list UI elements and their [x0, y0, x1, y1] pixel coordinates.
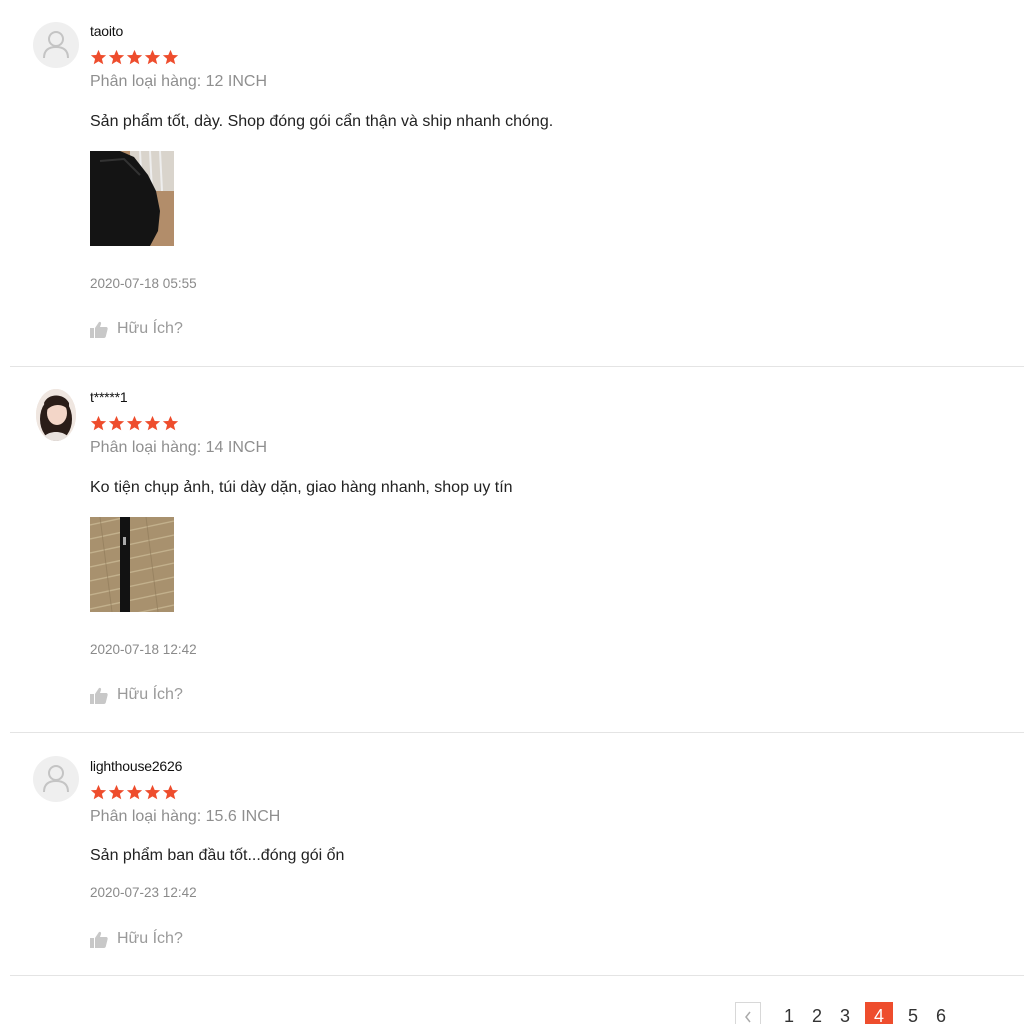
user-icon [43, 765, 69, 793]
page-6-button[interactable]: 6 [927, 1002, 955, 1024]
star-icon [162, 415, 179, 431]
thumbs-up-icon [90, 321, 108, 338]
pagination: 1 2 3 4 5 6 [735, 1002, 955, 1024]
review-photo[interactable] [90, 151, 174, 246]
thumbs-up-icon [90, 931, 108, 948]
star-icon [90, 415, 107, 431]
avatar[interactable] [36, 389, 76, 441]
prev-page-button[interactable] [735, 1002, 761, 1024]
avatar[interactable] [33, 22, 79, 68]
review-variant: Phân loại hàng: 14 INCH [90, 439, 267, 456]
reviews-page: taoito Phân loại hàng: 12 INCH Sản phẩm … [0, 0, 1024, 1024]
divider [10, 366, 1024, 367]
page-1-button[interactable]: 1 [775, 1002, 803, 1024]
rating-stars [90, 784, 179, 801]
user-photo-icon [36, 389, 76, 441]
review-date: 2020-07-23 12:42 [90, 885, 197, 900]
star-icon [126, 49, 143, 65]
rating-stars [90, 49, 179, 66]
page-5-button[interactable]: 5 [899, 1002, 927, 1024]
helpful-label: Hữu Ích? [117, 930, 183, 947]
review-date: 2020-07-18 05:55 [90, 276, 197, 291]
review-username[interactable]: t*****1 [90, 389, 128, 405]
star-icon [144, 49, 161, 65]
page-2-button[interactable]: 2 [803, 1002, 831, 1024]
review-comment: Ko tiện chụp ảnh, túi dày dặn, giao hàng… [90, 479, 513, 496]
star-icon [162, 784, 179, 800]
divider [10, 975, 1024, 976]
star-icon [90, 49, 107, 65]
page-3-button[interactable]: 3 [831, 1002, 859, 1024]
review-date: 2020-07-18 12:42 [90, 642, 197, 657]
chevron-left-icon [745, 1011, 751, 1023]
star-icon [144, 784, 161, 800]
helpful-label: Hữu Ích? [117, 320, 183, 337]
helpful-label: Hữu Ích? [117, 686, 183, 703]
star-icon [108, 415, 125, 431]
helpful-button[interactable]: Hữu Ích? [90, 930, 183, 948]
star-icon [144, 415, 161, 431]
review-username[interactable]: lighthouse2626 [90, 758, 182, 774]
star-icon [126, 784, 143, 800]
divider [10, 732, 1024, 733]
star-icon [108, 784, 125, 800]
review-comment: Sản phẩm tốt, dày. Shop đóng gói cẩn thậ… [90, 113, 554, 130]
rating-stars [90, 415, 179, 432]
helpful-button[interactable]: Hữu Ích? [90, 320, 183, 338]
user-icon [43, 31, 69, 59]
star-icon [162, 49, 179, 65]
avatar[interactable] [33, 756, 79, 802]
star-icon [126, 415, 143, 431]
review-variant: Phân loại hàng: 15.6 INCH [90, 808, 281, 825]
helpful-button[interactable]: Hữu Ích? [90, 686, 183, 704]
star-icon [108, 49, 125, 65]
thumbs-up-icon [90, 687, 108, 704]
review-variant: Phân loại hàng: 12 INCH [90, 73, 267, 90]
review-comment: Sản phẩm ban đầu tốt...đóng gói ổn [90, 847, 345, 864]
review-photo[interactable] [90, 517, 174, 612]
star-icon [90, 784, 107, 800]
page-4-button[interactable]: 4 [865, 1002, 893, 1024]
review-username[interactable]: taoito [90, 23, 123, 39]
